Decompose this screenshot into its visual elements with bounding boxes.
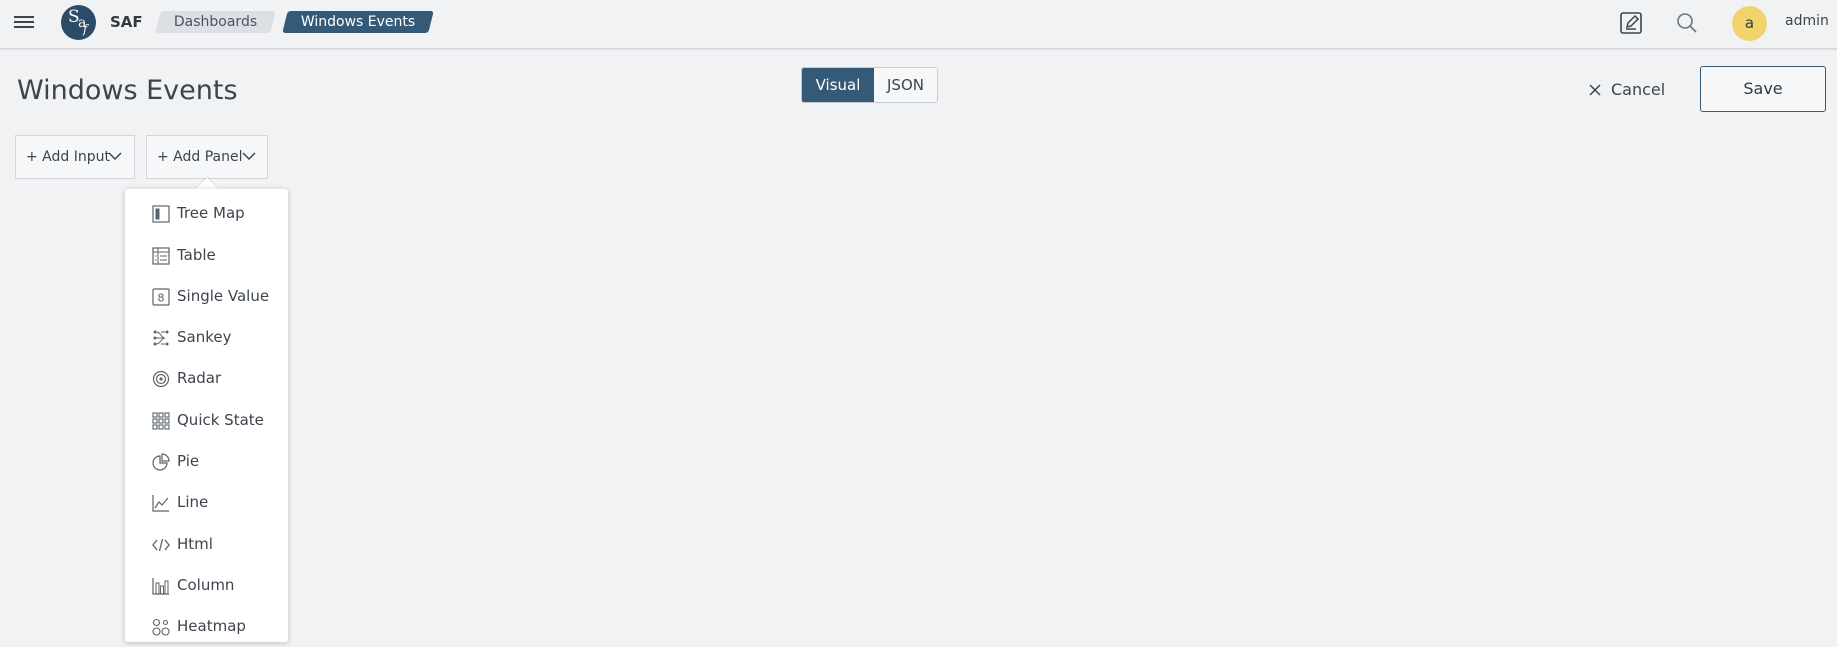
menu-item-line[interactable]: Line	[125, 484, 288, 520]
cancel-button[interactable]: Cancel	[1589, 80, 1665, 99]
mode-toggle: Visual JSON	[801, 67, 938, 103]
mode-visual-button[interactable]: Visual	[802, 68, 874, 102]
user-name[interactable]: admin	[1785, 13, 1829, 29]
search-icon[interactable]	[1676, 12, 1698, 34]
quick-state-icon	[152, 412, 170, 430]
table-icon	[152, 247, 170, 265]
add-panel-button[interactable]: + Add Panel	[146, 135, 268, 179]
page-title: Windows Events	[17, 75, 238, 106]
edit-icon[interactable]	[1619, 11, 1643, 35]
menu-item-table[interactable]: Table	[125, 237, 288, 273]
menu-item-sankey[interactable]: Sankey	[125, 319, 288, 355]
menu-item-pie[interactable]: Pie	[125, 443, 288, 479]
mode-json-button[interactable]: JSON	[874, 68, 937, 102]
radar-icon	[152, 370, 170, 388]
breadcrumb-dashboards[interactable]: Dashboards	[155, 11, 276, 33]
avatar[interactable]: a	[1732, 6, 1767, 41]
menu-item-column[interactable]: Column	[125, 567, 288, 603]
chevron-down-icon	[108, 152, 122, 161]
app-logo[interactable]: S a f	[61, 5, 96, 40]
close-icon	[1589, 83, 1601, 96]
menu-item-heatmap[interactable]: Heatmap	[125, 608, 288, 644]
menu-item-single-value[interactable]: 8 Single Value	[125, 278, 288, 314]
save-button[interactable]: Save	[1700, 66, 1826, 112]
html-icon	[152, 538, 170, 552]
pie-icon	[152, 453, 170, 471]
menu-item-html[interactable]: Html	[125, 526, 288, 562]
sankey-icon	[153, 330, 169, 346]
single-value-icon: 8	[152, 288, 170, 306]
hamburger-menu-icon[interactable]	[14, 13, 34, 31]
line-icon	[152, 495, 169, 512]
heatmap-icon	[152, 618, 170, 636]
menu-item-radar[interactable]: Radar	[125, 360, 288, 396]
app-name[interactable]: SAF	[110, 13, 143, 31]
tree-map-icon	[152, 205, 170, 223]
menu-item-quick-state[interactable]: Quick State	[125, 402, 288, 438]
chevron-down-icon	[242, 152, 256, 161]
svg-text:8: 8	[158, 292, 165, 305]
column-icon	[152, 578, 169, 595]
menu-item-tree-map[interactable]: Tree Map	[125, 195, 288, 231]
add-input-button[interactable]: + Add Input	[15, 135, 135, 179]
breadcrumb-current: Windows Events	[282, 11, 434, 33]
top-bar: S a f SAF Dashboards Windows Events a ad…	[0, 0, 1837, 49]
add-panel-menu: Tree Map Table 8 Single Value Sankey Rad…	[125, 189, 288, 642]
